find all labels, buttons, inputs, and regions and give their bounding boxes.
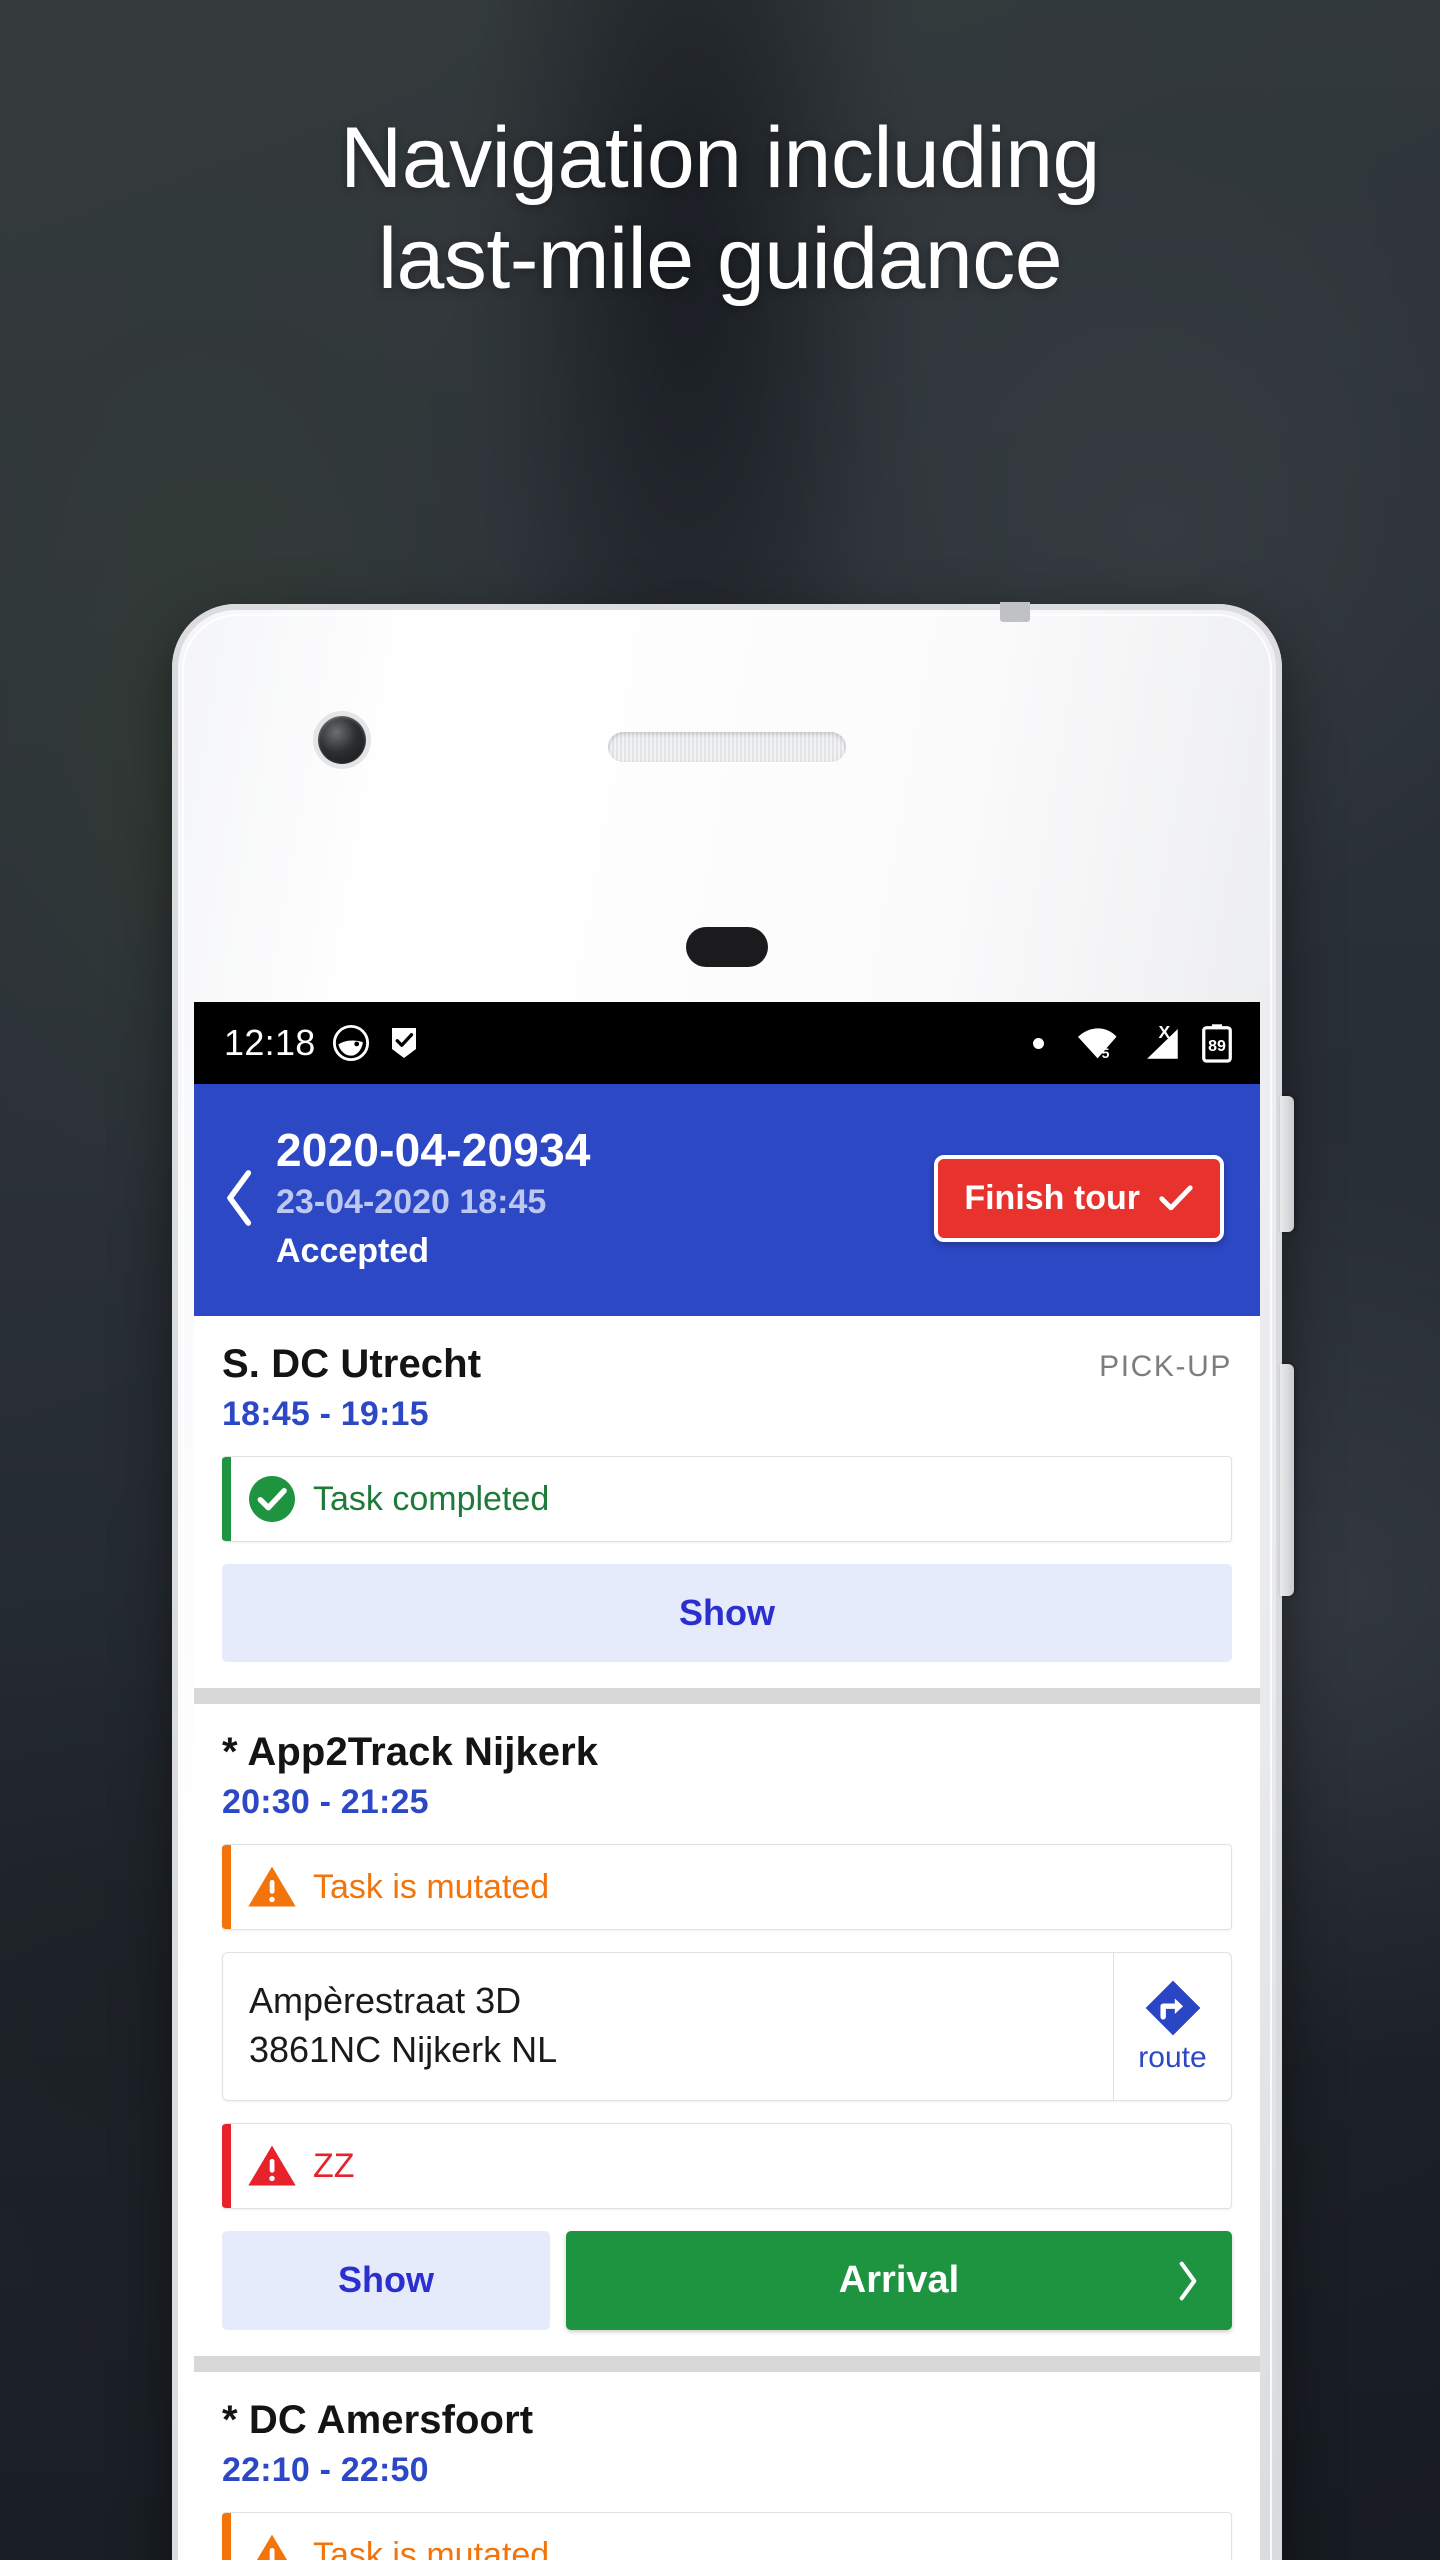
tasks-icon xyxy=(391,1028,416,1058)
status-icon-wrapper xyxy=(231,1473,313,1525)
task-header: * DC Amersfoort xyxy=(222,2398,1232,2443)
tour-datetime: 23-04-2020 18:45 xyxy=(276,1182,547,1221)
arrival-label: Arrival xyxy=(838,2259,960,2302)
power-button[interactable] xyxy=(1280,1096,1294,1232)
chevron-left-icon xyxy=(227,1170,252,1226)
list-divider xyxy=(194,1696,1260,1704)
finish-tour-button[interactable]: Finish tour xyxy=(934,1154,1224,1242)
route-diamond-icon xyxy=(1145,1980,1200,2035)
task-list: S. DC Utrecht PICK-UP 18:45 - 19:15 Task… xyxy=(194,1316,1260,2560)
back-button[interactable] xyxy=(208,1167,272,1229)
address-text: Ampèrestraat 3D 3861NC Nijkerk NL xyxy=(223,1953,1113,2100)
status-text: Task completed xyxy=(313,1479,550,1518)
task-time-window: 22:10 - 22:50 xyxy=(222,2451,429,2490)
volume-button[interactable] xyxy=(1280,1364,1294,1596)
task-title: * App2Track Nijkerk xyxy=(222,1730,599,1774)
promo-screenshot-page: Navigation including last-mile guidance … xyxy=(0,0,1440,2560)
check-icon xyxy=(1159,1185,1193,1211)
tour-id: 2020-04-20934 xyxy=(276,1124,591,1177)
route-button[interactable]: route xyxy=(1113,1953,1231,2101)
address-block[interactable]: Ampèrestraat 3D 3861NC Nijkerk NL route xyxy=(222,1952,1232,2102)
task-time-window: 18:45 - 19:15 xyxy=(222,1395,429,1433)
task-status-row: Task is mutated xyxy=(222,2512,1232,2560)
svg-text:X: X xyxy=(1159,1022,1171,1042)
address-line-2: 3861NC Nijkerk NL xyxy=(249,2028,558,2070)
task-actions: Show xyxy=(222,1564,1232,1662)
task-status-row: ZZ xyxy=(222,2123,1232,2210)
status-icon-wrapper xyxy=(231,2530,313,2560)
front-camera-icon xyxy=(318,716,366,764)
task-time-window: 20:30 - 21:25 xyxy=(222,1783,429,1821)
task-card[interactable]: * DC Amersfoort 22:10 - 22:50 Task is mu… xyxy=(194,2372,1260,2560)
status-bar-left: 12:18 xyxy=(224,1022,422,1064)
status-text: Task is mutated xyxy=(313,1867,550,1906)
svg-text:5: 5 xyxy=(1102,1045,1110,1061)
route-label: route xyxy=(1138,2040,1207,2074)
warning-triangle-icon xyxy=(248,1866,296,1907)
task-status-row: Task completed xyxy=(222,1456,1232,1542)
task-header: * App2Track Nijkerk xyxy=(222,1730,1232,1775)
check-circle-icon xyxy=(249,1476,295,1522)
task-title: S. DC Utrecht xyxy=(222,1342,482,1386)
status-icon-wrapper xyxy=(231,2141,313,2191)
svg-text:89: 89 xyxy=(1208,1038,1226,1055)
status-text: ZZ xyxy=(313,2146,355,2185)
headline-line-2: last-mile guidance xyxy=(377,211,1063,308)
proximity-sensor xyxy=(686,927,768,967)
tour-status: Accepted xyxy=(276,1231,430,1270)
task-header: S. DC Utrecht PICK-UP xyxy=(222,1342,1232,1387)
promo-headline: Navigation including last-mile guidance xyxy=(0,108,1440,311)
dot-icon xyxy=(1033,1037,1044,1049)
task-kind-badge: PICK-UP xyxy=(1099,1350,1232,1383)
cellular-signal-icon: X xyxy=(1147,1022,1178,1059)
wifi-icon: 5 xyxy=(1078,1028,1117,1061)
show-button[interactable]: Show xyxy=(222,1564,1232,1662)
tour-summary: 2020-04-20934 23-04-2020 18:45 Accepted xyxy=(272,1125,934,1271)
status-bar-clock: 12:18 xyxy=(224,1022,316,1063)
task-card[interactable]: S. DC Utrecht PICK-UP 18:45 - 19:15 Task… xyxy=(194,1316,1260,1688)
headline-line-1: Navigation including xyxy=(340,110,1100,206)
phone-device-mockup: 12:18 5 X 89 2020-04-20934 23-04-2020 18… xyxy=(172,602,1294,2560)
address-line-1: Ampèrestraat 3D xyxy=(249,1980,522,2021)
show-button[interactable]: Show xyxy=(222,2231,550,2331)
chevron-right-icon xyxy=(1179,2261,1197,2301)
status-icon-wrapper xyxy=(231,1862,313,1912)
warning-triangle-icon xyxy=(248,2145,296,2186)
battery-icon: 89 xyxy=(1202,1024,1232,1063)
earpiece-speaker xyxy=(608,732,846,762)
warning-triangle-icon xyxy=(257,2534,287,2560)
arrival-button[interactable]: Arrival xyxy=(566,2231,1232,2331)
status-text: Task is mutated xyxy=(313,2535,550,2560)
task-status-row: Task is mutated xyxy=(222,1844,1232,1930)
task-card[interactable]: * App2Track Nijkerk 20:30 - 21:25 Task i… xyxy=(194,1704,1260,2357)
app-bar: 2020-04-20934 23-04-2020 18:45 Accepted … xyxy=(194,1084,1260,1316)
list-divider xyxy=(194,2364,1260,2373)
notification-icon xyxy=(332,1024,369,1062)
status-bar: 12:18 5 X 89 xyxy=(194,1002,1260,1084)
task-title: * DC Amersfoort xyxy=(222,2398,534,2443)
status-bar-right: 5 X 89 xyxy=(1033,1022,1234,1064)
task-actions: Show Arrival xyxy=(222,2231,1232,2331)
phone-screen: 12:18 5 X 89 2020-04-20934 23-04-2020 18… xyxy=(194,1002,1260,2560)
antenna-band xyxy=(1000,602,1030,622)
finish-tour-label: Finish tour xyxy=(964,1178,1140,1217)
